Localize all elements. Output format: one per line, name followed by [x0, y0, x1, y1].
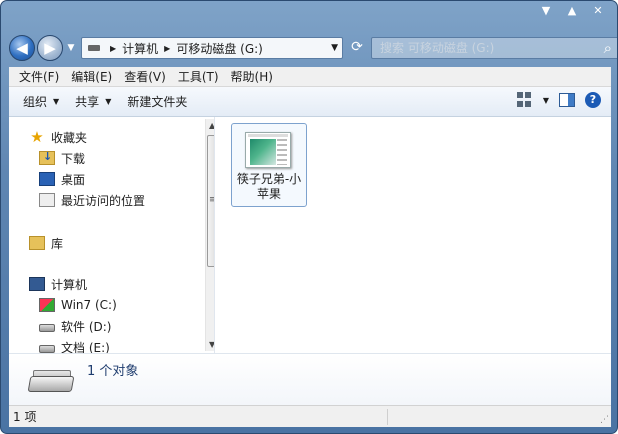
nav-libraries-label: 库 — [51, 236, 64, 251]
downloads-folder-icon — [39, 150, 55, 165]
file-thumbnail-icon — [245, 132, 291, 168]
close-button[interactable]: ✕ — [587, 3, 609, 19]
library-folder-icon — [29, 236, 45, 250]
nav-computer[interactable]: 计算机 — [29, 274, 87, 294]
new-folder-button[interactable]: 新建文件夹 — [119, 93, 195, 110]
menu-edit[interactable]: 编辑(E) — [65, 68, 118, 85]
star-icon: ★ — [30, 128, 44, 146]
address-bar[interactable]: ▶ 计算机 ▶ 可移动磁盘 (G:) ▼ — [81, 37, 343, 59]
back-button[interactable]: ◀ — [9, 35, 35, 61]
nav-drive-d[interactable]: 软件 (D:) — [39, 316, 111, 336]
explorer-window: ▼ ▲ ✕ ◀ ▶ ▼ ▶ 计算机 ▶ 可移动磁盘 (G:) ▼ ⟳ ⌕ 文件(… — [0, 0, 618, 434]
nav-desktop[interactable]: 桌面 — [39, 169, 85, 189]
nav-recent[interactable]: 最近访问的位置 — [39, 190, 145, 210]
search-input[interactable] — [380, 41, 580, 55]
status-bar: 1 项 ⋰ — [9, 405, 611, 427]
drive-icon — [39, 324, 55, 332]
nav-drive-c[interactable]: Win7 (C:) — [39, 295, 117, 315]
command-bar: 组织 ▼ 共享 ▼ 新建文件夹 ▼ ? — [9, 87, 611, 117]
share-label: 共享 — [75, 95, 100, 109]
share-button[interactable]: 共享 ▼ — [67, 93, 119, 110]
drive-icon — [39, 345, 55, 353]
nav-drive-d-label: 软件 (D:) — [61, 319, 112, 334]
file-name: 筷子兄弟-小苹果 — [236, 172, 302, 201]
view-dropdown-icon[interactable]: ▼ — [543, 96, 549, 105]
nav-downloads[interactable]: 下载 — [39, 148, 85, 168]
navigation-bar: ◀ ▶ ▼ ▶ 计算机 ▶ 可移动磁盘 (G:) ▼ ⟳ ⌕ — [9, 33, 617, 63]
chevron-down-icon: ▼ — [105, 97, 112, 106]
maximize-button[interactable]: ▲ — [561, 3, 583, 19]
view-options-icon[interactable] — [516, 92, 533, 108]
resize-grip-icon[interactable]: ⋰ — [600, 415, 609, 425]
details-object-count: 1 个对象 — [87, 364, 139, 379]
removable-drive-icon — [27, 368, 75, 396]
new-folder-label: 新建文件夹 — [127, 95, 188, 109]
address-segment-drive[interactable]: 可移动磁盘 (G:) — [176, 40, 263, 57]
preview-pane-icon[interactable] — [559, 93, 575, 107]
search-box[interactable]: ⌕ — [371, 37, 617, 59]
recent-places-icon — [39, 193, 55, 207]
address-separator[interactable]: ▶ — [164, 44, 170, 53]
nav-drive-c-label: Win7 (C:) — [61, 298, 117, 312]
nav-recent-label: 最近访问的位置 — [61, 193, 146, 208]
file-item[interactable]: 筷子兄弟-小苹果 — [231, 123, 307, 207]
nav-drive-e-label: 文档 (E:) — [61, 340, 110, 354]
menu-tools[interactable]: 工具(T) — [172, 68, 225, 85]
toolbar-right: ▼ ? — [516, 92, 601, 108]
navpane-scrollbar[interactable]: ▲ ≡ ▼ — [205, 119, 214, 351]
address-segment-computer[interactable]: 计算机 — [122, 40, 158, 57]
address-dropdown-icon[interactable]: ▼ — [331, 43, 338, 53]
nav-favorites[interactable]: ★ 收藏夹 — [29, 127, 87, 147]
menu-file[interactable]: 文件(F) — [13, 68, 65, 85]
chevron-down-icon: ▼ — [53, 97, 60, 106]
file-list[interactable]: 筷子兄弟-小苹果 — [215, 117, 611, 353]
drive-icon — [88, 45, 100, 51]
nav-downloads-label: 下载 — [61, 151, 86, 166]
status-item-count: 1 项 — [13, 410, 37, 424]
desktop-icon — [39, 172, 55, 186]
menu-help[interactable]: 帮助(H) — [225, 68, 279, 85]
computer-icon — [29, 277, 45, 291]
forward-button[interactable]: ▶ — [37, 35, 63, 61]
navigation-pane: ★ 收藏夹 下载 桌面 最近访问的位置 库 计算机 Win7 (C:) — [9, 117, 215, 353]
nav-computer-label: 计算机 — [51, 277, 88, 292]
recent-pages-dropdown[interactable]: ▼ — [65, 43, 77, 53]
nav-favorites-label: 收藏夹 — [51, 130, 88, 145]
minimize-button[interactable]: ▼ — [535, 3, 557, 19]
nav-drive-e[interactable]: 文档 (E:) — [39, 337, 110, 353]
nav-libraries[interactable]: 库 — [29, 233, 63, 253]
status-divider — [387, 409, 388, 425]
refresh-icon[interactable]: ⟳ — [347, 39, 367, 57]
caption-buttons: ▼ ▲ ✕ — [535, 3, 609, 19]
help-icon[interactable]: ? — [585, 92, 601, 108]
search-icon[interactable]: ⌕ — [604, 39, 612, 57]
organize-label: 组织 — [23, 95, 48, 109]
nav-desktop-label: 桌面 — [61, 172, 86, 187]
menu-bar: 文件(F) 编辑(E) 查看(V) 工具(T) 帮助(H) — [9, 67, 611, 87]
system-drive-icon — [39, 298, 55, 312]
menu-view[interactable]: 查看(V) — [118, 68, 172, 85]
organize-button[interactable]: 组织 ▼ — [15, 93, 67, 110]
address-separator[interactable]: ▶ — [110, 44, 116, 53]
details-pane: 1 个对象 — [9, 353, 611, 405]
